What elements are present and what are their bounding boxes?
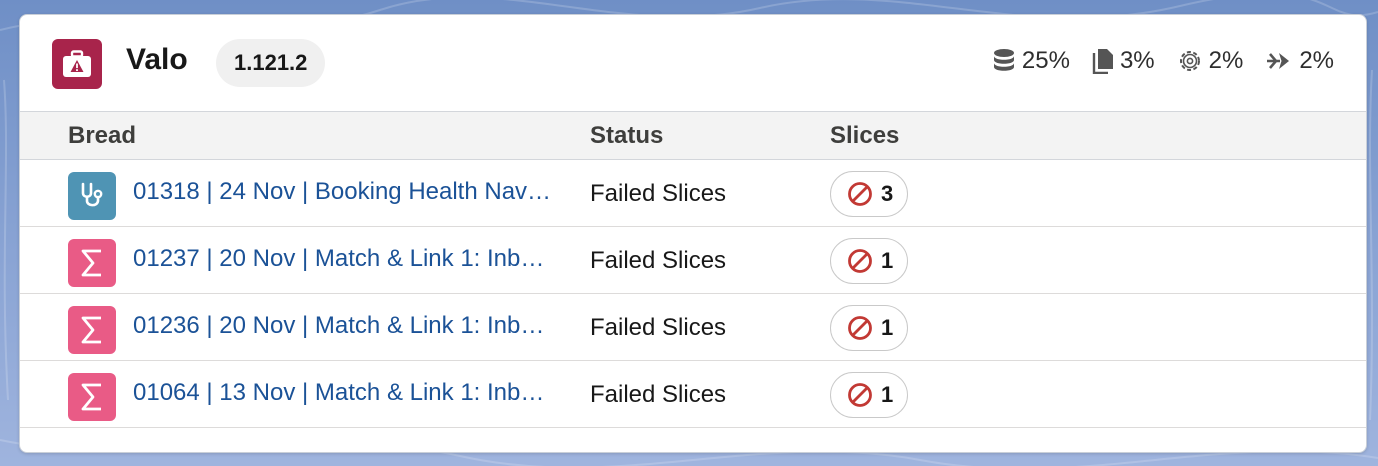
- bread-card: Valo 1.121.2 25% 3% 2% 2% Bread Status S…: [19, 14, 1367, 453]
- table-row: 01236 | 20 Nov | Match & Link 1: Inbound…: [20, 294, 1366, 361]
- bread-link[interactable]: 01236 | 20 Nov | Match & Link 1: Inbound: [133, 312, 553, 340]
- column-header-status[interactable]: Status: [590, 122, 663, 150]
- failed-slices-badge[interactable]: 1: [830, 238, 909, 284]
- file-icon: [1092, 49, 1113, 74]
- failed-slices-badge[interactable]: 1: [830, 372, 909, 418]
- stat-value: 2%: [1208, 47, 1244, 74]
- bread-link[interactable]: 01064 | 13 Nov | Match & Link 1: Inbound: [133, 379, 553, 407]
- prohibited-icon: [848, 383, 872, 407]
- stat-settings[interactable]: 2%: [1177, 47, 1244, 75]
- stat-files[interactable]: 3%: [1092, 47, 1155, 75]
- table-row: 01237 | 20 Nov | Match & Link 1: Inbound…: [20, 227, 1366, 294]
- stethoscope-icon: [81, 182, 103, 207]
- row-type-icon: [68, 239, 116, 287]
- bread-link[interactable]: 01318 | 24 Nov | Booking Health Navigato…: [133, 178, 553, 206]
- status-text: Failed Slices: [590, 180, 727, 207]
- stat-storage[interactable]: 25%: [992, 47, 1070, 75]
- bread-link[interactable]: 01237 | 20 Nov | Match & Link 1: Inbound: [133, 245, 553, 273]
- prohibited-icon: [848, 316, 872, 340]
- database-icon: [993, 49, 1014, 71]
- status-text: Failed Slices: [590, 314, 727, 341]
- failed-slices-badge[interactable]: 1: [830, 305, 909, 351]
- table-header: Bread Status Slices: [20, 112, 1366, 160]
- slice-count: 1: [881, 382, 894, 407]
- card-header: Valo 1.121.2 25% 3% 2% 2%: [20, 15, 1366, 112]
- app-icon: [52, 39, 102, 89]
- usage-stats: 25% 3% 2% 2%: [970, 47, 1334, 75]
- prohibited-icon: [848, 249, 872, 273]
- sigma-icon: [81, 249, 101, 277]
- column-header-slices[interactable]: Slices: [830, 122, 899, 150]
- integration-icon: [1267, 53, 1290, 69]
- stat-value: 2%: [1299, 47, 1334, 74]
- status-text: Failed Slices: [590, 247, 727, 274]
- slice-count: 1: [881, 248, 894, 273]
- stat-value: 25%: [1021, 47, 1070, 74]
- sigma-icon: [81, 383, 101, 411]
- row-type-icon: [68, 306, 116, 354]
- column-header-bread[interactable]: Bread: [68, 122, 136, 150]
- briefcase-warning-icon: [63, 50, 91, 77]
- row-type-icon: [68, 373, 116, 421]
- prohibited-icon: [848, 182, 872, 206]
- sigma-icon: [81, 316, 101, 344]
- stat-value: 3%: [1119, 47, 1155, 74]
- slice-count: 3: [881, 181, 894, 206]
- failed-slices-badge[interactable]: 3: [830, 171, 909, 217]
- status-text: Failed Slices: [590, 381, 727, 408]
- table-row: 01064 | 13 Nov | Match & Link 1: Inbound…: [20, 361, 1366, 428]
- table-row: 01318 | 24 Nov | Booking Health Navigato…: [20, 160, 1366, 227]
- row-type-icon: [68, 172, 116, 220]
- version-badge: 1.121.2: [216, 39, 326, 87]
- app-title: Valo: [126, 43, 188, 76]
- stat-integrations[interactable]: 2%: [1265, 47, 1334, 75]
- gear-icon: [1179, 51, 1200, 71]
- slice-count: 1: [881, 315, 894, 340]
